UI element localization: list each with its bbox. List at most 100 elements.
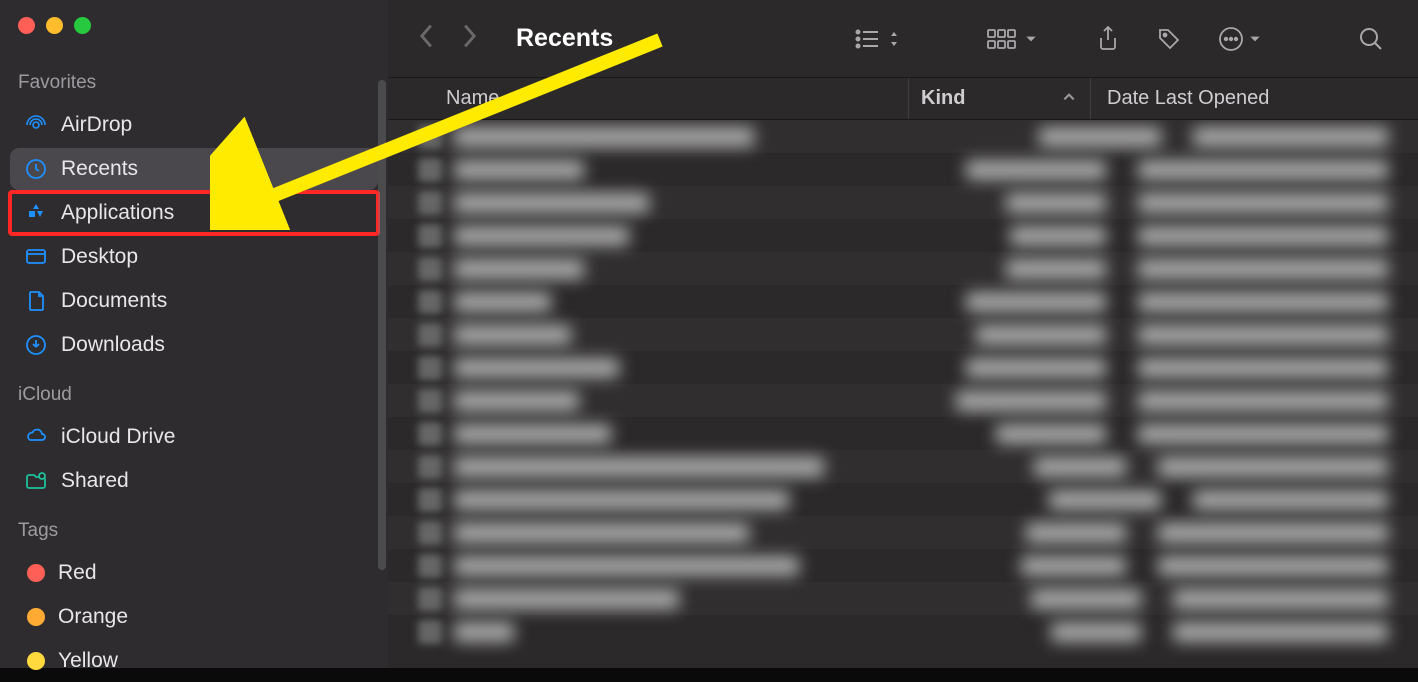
sidebar-section-icloud: iCloud — [18, 384, 388, 406]
minimize-window-button[interactable] — [46, 17, 63, 34]
file-name-blurred — [454, 226, 629, 246]
file-date-blurred — [1138, 325, 1388, 345]
forward-button[interactable] — [460, 23, 478, 54]
sidebar-item-documents[interactable]: Documents — [10, 280, 378, 322]
file-kind-blurred — [966, 358, 1106, 378]
file-name-blurred — [454, 160, 584, 180]
file-row[interactable] — [388, 516, 1418, 549]
back-button[interactable] — [418, 23, 436, 54]
file-row[interactable] — [388, 219, 1418, 252]
file-row[interactable] — [388, 186, 1418, 219]
file-kind-blurred — [1021, 556, 1126, 576]
column-kind[interactable]: Kind — [908, 78, 1090, 119]
file-row[interactable] — [388, 153, 1418, 186]
sidebar-item-label: Downloads — [61, 333, 165, 357]
sidebar-item-downloads[interactable]: Downloads — [10, 324, 378, 366]
file-date-blurred — [1138, 160, 1388, 180]
window-controls — [18, 17, 388, 34]
file-row[interactable] — [388, 120, 1418, 153]
file-icon — [418, 257, 442, 281]
file-name-blurred — [454, 457, 824, 477]
sidebar-item-shared[interactable]: Shared — [10, 460, 378, 502]
sidebar-item-label: Shared — [61, 469, 129, 493]
file-name-blurred — [454, 490, 789, 510]
document-icon — [24, 289, 48, 313]
file-kind-blurred — [976, 325, 1106, 345]
file-row[interactable] — [388, 483, 1418, 516]
file-kind-blurred — [1006, 193, 1106, 213]
tag-dot-icon — [27, 652, 45, 670]
sidebar-section-favorites: Favorites — [18, 72, 388, 94]
sidebar-item-airdrop[interactable]: AirDrop — [10, 104, 378, 146]
tag-dot-icon — [27, 564, 45, 582]
file-row[interactable] — [388, 549, 1418, 582]
file-row[interactable] — [388, 582, 1418, 615]
zoom-window-button[interactable] — [74, 17, 91, 34]
sidebar-item-icloud-drive[interactable]: iCloud Drive — [10, 416, 378, 458]
file-kind-blurred — [966, 160, 1106, 180]
file-date-blurred — [1158, 523, 1388, 543]
sidebar-item-label: Documents — [61, 289, 167, 313]
toolbar: Recents — [388, 0, 1418, 78]
shared-icon — [24, 469, 48, 493]
sidebar-item-applications[interactable]: Applications — [10, 192, 378, 234]
file-row[interactable] — [388, 384, 1418, 417]
sidebar-item-tag-orange[interactable]: Orange — [10, 596, 378, 638]
tags-button[interactable] — [1152, 22, 1186, 56]
file-kind-blurred — [1010, 226, 1106, 246]
file-icon — [418, 488, 442, 512]
file-kind-blurred — [956, 391, 1106, 411]
file-kind-blurred — [1026, 523, 1126, 543]
share-button[interactable] — [1092, 21, 1124, 57]
file-name-blurred — [454, 589, 679, 609]
file-date-blurred — [1173, 622, 1388, 642]
file-kind-blurred — [966, 292, 1106, 312]
columns-header: Name Kind Date Last Opened — [388, 78, 1418, 120]
close-window-button[interactable] — [18, 17, 35, 34]
file-row[interactable] — [388, 285, 1418, 318]
main-content: Recents — [388, 0, 1418, 668]
file-row[interactable] — [388, 351, 1418, 384]
sidebar-scrollbar[interactable] — [378, 80, 386, 570]
file-icon — [418, 455, 442, 479]
sidebar-section-tags: Tags — [18, 520, 388, 542]
sidebar-item-tag-yellow[interactable]: Yellow — [10, 640, 378, 682]
group-button[interactable] — [982, 23, 1042, 55]
more-button[interactable] — [1214, 22, 1266, 56]
column-name[interactable]: Name — [388, 87, 908, 110]
airdrop-icon — [24, 113, 48, 137]
file-row[interactable] — [388, 417, 1418, 450]
file-row[interactable] — [388, 615, 1418, 648]
file-kind-blurred — [1051, 622, 1141, 642]
column-date[interactable]: Date Last Opened — [1090, 78, 1418, 119]
file-date-blurred — [1193, 127, 1388, 147]
file-icon — [418, 224, 442, 248]
file-icon — [418, 356, 442, 380]
file-row[interactable] — [388, 318, 1418, 351]
sidebar-item-desktop[interactable]: Desktop — [10, 236, 378, 278]
file-name-blurred — [454, 259, 584, 279]
file-kind-blurred — [996, 424, 1106, 444]
file-name-blurred — [454, 556, 799, 576]
sidebar: Favorites AirDrop Recents Applications D… — [0, 0, 388, 668]
file-icon — [418, 422, 442, 446]
view-list-button[interactable] — [850, 23, 904, 55]
file-name-blurred — [454, 127, 754, 147]
search-button[interactable] — [1354, 22, 1388, 56]
sidebar-item-label: iCloud Drive — [61, 425, 175, 449]
sidebar-item-label: Recents — [61, 157, 138, 181]
file-icon — [418, 521, 442, 545]
file-row[interactable] — [388, 252, 1418, 285]
cloud-icon — [24, 425, 48, 449]
sidebar-item-recents[interactable]: Recents — [10, 148, 378, 190]
window-title: Recents — [516, 24, 613, 53]
column-kind-label: Kind — [921, 87, 965, 110]
file-kind-blurred — [1034, 457, 1126, 477]
file-name-blurred — [454, 292, 551, 312]
sidebar-item-label: Yellow — [58, 649, 118, 673]
file-row[interactable] — [388, 450, 1418, 483]
file-icon — [418, 158, 442, 182]
sidebar-item-tag-red[interactable]: Red — [10, 552, 378, 594]
file-date-blurred — [1138, 391, 1388, 411]
file-name-blurred — [454, 523, 749, 543]
